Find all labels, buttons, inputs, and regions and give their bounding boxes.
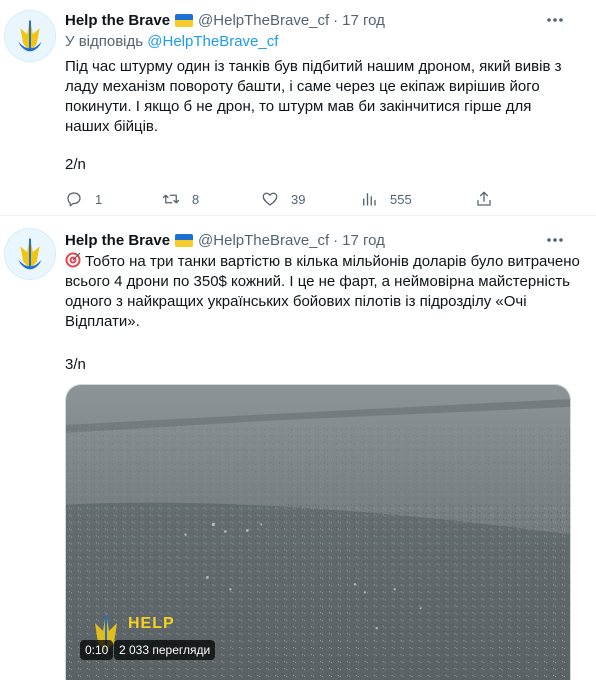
views-count: 555	[390, 191, 412, 207]
timestamp[interactable]: 17 год	[342, 12, 385, 29]
help-the-brave-logo-icon	[5, 11, 55, 61]
separator: ·	[333, 231, 339, 249]
video-views-badge: 2 033 перегляди	[114, 640, 216, 660]
reply-button[interactable]: 1	[65, 188, 102, 210]
author-handle[interactable]: @HelpTheBrave_cf	[198, 232, 329, 249]
video-player[interactable]: HELP 0:10 2 033 перегляди	[65, 384, 571, 680]
views-button[interactable]: 555	[360, 188, 412, 210]
retweet-icon	[162, 194, 180, 204]
reply-handle-link[interactable]: @HelpTheBrave_cf	[147, 33, 278, 50]
like-button[interactable]: 39	[261, 188, 305, 210]
like-count: 39	[291, 191, 306, 207]
reply-prefix: У відповідь	[65, 33, 144, 50]
avatar[interactable]	[4, 228, 56, 280]
video-timer: 0:10	[80, 640, 114, 660]
thread-position: 2/n	[65, 156, 86, 173]
target-emoji-icon	[65, 252, 81, 268]
avatar[interactable]	[4, 10, 56, 62]
help-the-brave-logo-icon	[5, 229, 55, 279]
like-icon	[262, 192, 278, 206]
views-icon	[363, 193, 376, 206]
tweet[interactable]: Help the Brave @HelpTheBrave_cf · 17 год…	[0, 0, 596, 216]
more-icon[interactable]	[544, 230, 566, 250]
share-icon	[477, 191, 491, 206]
tweet-text: Під час штурму один із танків був підбит…	[65, 58, 562, 135]
share-button[interactable]	[475, 188, 493, 210]
tweet-text: Тобто на три танки вартістю в кілька міл…	[65, 252, 580, 332]
author-handle[interactable]: @HelpTheBrave_cf	[198, 12, 329, 29]
author-name[interactable]: Help the Brave	[65, 232, 170, 249]
more-icon[interactable]	[544, 10, 566, 30]
retweet-count: 8	[192, 191, 200, 207]
thread-position: 3/n	[65, 356, 86, 373]
separator: ·	[333, 11, 339, 29]
reply-context: У відповідь @HelpTheBrave_cf	[65, 33, 278, 50]
watermark-text: HELP	[128, 615, 175, 632]
ukraine-flag-icon	[175, 13, 194, 27]
reply-icon	[67, 192, 81, 207]
tweet-header: Help the Brave @HelpTheBrave_cf · 17 год	[65, 230, 385, 250]
tweet-header: Help the Brave @HelpTheBrave_cf · 17 год	[65, 10, 385, 30]
author-name[interactable]: Help the Brave	[65, 12, 170, 29]
ukraine-flag-icon	[175, 233, 194, 247]
action-bar: 1 8 39 555	[65, 188, 505, 210]
retweet-button[interactable]: 8	[162, 188, 199, 210]
timestamp[interactable]: 17 год	[342, 232, 385, 249]
tweet-text-body: Тобто на три танки вартістю в кілька міл…	[65, 253, 580, 330]
reply-count: 1	[95, 191, 103, 207]
